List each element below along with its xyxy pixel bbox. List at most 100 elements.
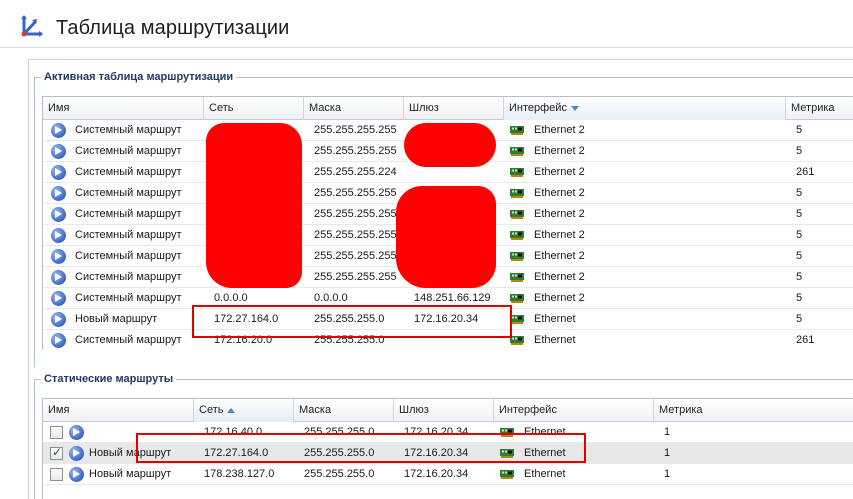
route-icon (69, 425, 84, 440)
col-header-gateway[interactable]: Шлюз (404, 97, 504, 120)
network-adapter-icon (510, 147, 524, 156)
static-grid-header: Имя Сеть Маска Шлюз Интерфейс Метрика (43, 399, 853, 422)
cell-metric: 5 (796, 292, 803, 304)
routing-table-icon (19, 13, 47, 41)
cell-metric: 261 (796, 334, 815, 346)
route-enabled-checkbox[interactable] (50, 468, 63, 481)
col-header-mask[interactable]: Маска (294, 399, 394, 422)
cell-mask: 255.255.255.0 (304, 468, 375, 480)
col-header-metric[interactable]: Метрика (654, 399, 853, 422)
cell-metric: 1 (664, 426, 671, 438)
highlight-active-new-route (192, 305, 512, 338)
col-header-mask[interactable]: Маска (304, 97, 404, 120)
cell-gateway: 172.16.20.34 (404, 468, 469, 480)
network-adapter-icon (500, 470, 514, 479)
route-icon (51, 270, 66, 285)
cell-interface: Ethernet (524, 468, 566, 480)
cell-interface: Ethernet 2 (534, 166, 585, 178)
redaction-network (206, 123, 302, 288)
redaction-gateway-top (404, 123, 496, 167)
cell-name: Системный маршрут (75, 334, 182, 346)
cell-metric: 5 (796, 250, 803, 262)
cell-name: Системный маршрут (75, 208, 182, 220)
route-icon (51, 291, 66, 306)
col-header-name[interactable]: Имя (43, 399, 194, 422)
cell-interface: Ethernet 2 (534, 145, 585, 157)
col-header-interface[interactable]: Интерфейс (504, 97, 786, 120)
cell-name: Системный маршрут (75, 271, 182, 283)
cell-interface: Ethernet 2 (534, 271, 585, 283)
cell-name: Системный маршрут (75, 166, 182, 178)
cell-interface: Ethernet 2 (534, 250, 585, 262)
cell-metric: 5 (796, 229, 803, 241)
cell-interface: Ethernet (534, 334, 576, 346)
col-header-network[interactable]: Сеть (194, 399, 294, 422)
cell-mask: 255.255.255.255 (314, 271, 397, 283)
cell-mask: 255.255.255.255 (314, 145, 397, 157)
network-adapter-icon (510, 168, 524, 177)
active-table-group-title: Активная таблица маршрутизации (41, 71, 237, 83)
cell-interface: Ethernet 2 (534, 208, 585, 220)
sort-desc-icon (570, 105, 579, 111)
cell-mask: 255.255.255.255 (314, 208, 397, 220)
network-adapter-icon (510, 189, 524, 198)
network-adapter-icon (510, 210, 524, 219)
route-icon (51, 144, 66, 159)
cell-interface: Ethernet 2 (534, 292, 585, 304)
cell-metric: 261 (796, 166, 815, 178)
network-adapter-icon (510, 273, 524, 282)
highlight-static-new-route (136, 433, 586, 463)
cell-name: Системный маршрут (75, 292, 182, 304)
active-grid-header: Имя Сеть Маска Шлюз Интерфейс Метрика (43, 97, 853, 120)
cell-name: Системный маршрут (75, 229, 182, 241)
cell-name: Системный маршрут (75, 124, 182, 136)
route-icon (51, 165, 66, 180)
col-header-network[interactable]: Сеть (204, 97, 304, 120)
route-icon (69, 467, 84, 482)
cell-metric: 5 (796, 145, 803, 157)
cell-interface: Ethernet 2 (534, 229, 585, 241)
cell-name: Новый маршрут (89, 468, 172, 480)
route-icon (51, 312, 66, 327)
network-adapter-icon (510, 231, 524, 240)
static-routes-group-title: Статические маршруты (41, 373, 177, 385)
table-row[interactable]: Новый маршрут 178.238.127.0 255.255.255.0 1… (43, 464, 853, 485)
cell-metric: 5 (796, 271, 803, 283)
route-icon (69, 446, 84, 461)
route-enabled-checkbox[interactable] (50, 426, 63, 439)
cell-mask: 255.255.255.255 (314, 229, 397, 241)
network-adapter-icon (510, 336, 524, 345)
window-titlebar: Таблица маршрутизации (0, 0, 853, 48)
cell-metric: 5 (796, 187, 803, 199)
content-area: Активная таблица маршрутизации Имя Сеть … (0, 49, 853, 499)
network-adapter-icon (510, 126, 524, 135)
cell-name: Системный маршрут (75, 250, 182, 262)
cell-name: Новый маршрут (75, 313, 158, 325)
route-enabled-checkbox[interactable] (50, 445, 63, 460)
cell-interface: Ethernet 2 (534, 187, 585, 199)
cell-mask: 255.255.255.255 (314, 250, 397, 262)
cell-metric: 5 (796, 313, 803, 325)
cell-metric: 5 (796, 124, 803, 136)
window-title: Таблица маршрутизации (56, 17, 290, 39)
col-header-gateway[interactable]: Шлюз (394, 399, 494, 422)
route-icon (51, 228, 66, 243)
cell-mask: 255.255.255.255 (314, 124, 397, 136)
route-icon (51, 207, 66, 222)
cell-name: Системный маршрут (75, 145, 182, 157)
route-icon (51, 123, 66, 138)
cell-network: 178.238.127.0 (204, 468, 275, 480)
route-icon (51, 186, 66, 201)
redaction-gateway-bottom (396, 186, 496, 288)
route-icon (51, 249, 66, 264)
sort-asc-icon (227, 407, 236, 413)
cell-mask: 255.255.255.255 (314, 187, 397, 199)
col-header-name[interactable]: Имя (43, 97, 204, 120)
cell-metric: 1 (664, 447, 671, 459)
network-adapter-icon (510, 252, 524, 261)
cell-metric: 5 (796, 208, 803, 220)
col-header-interface[interactable]: Интерфейс (494, 399, 654, 422)
cell-metric: 1 (664, 468, 671, 480)
col-header-metric[interactable]: Метрика (786, 97, 853, 120)
network-adapter-icon (510, 315, 524, 324)
